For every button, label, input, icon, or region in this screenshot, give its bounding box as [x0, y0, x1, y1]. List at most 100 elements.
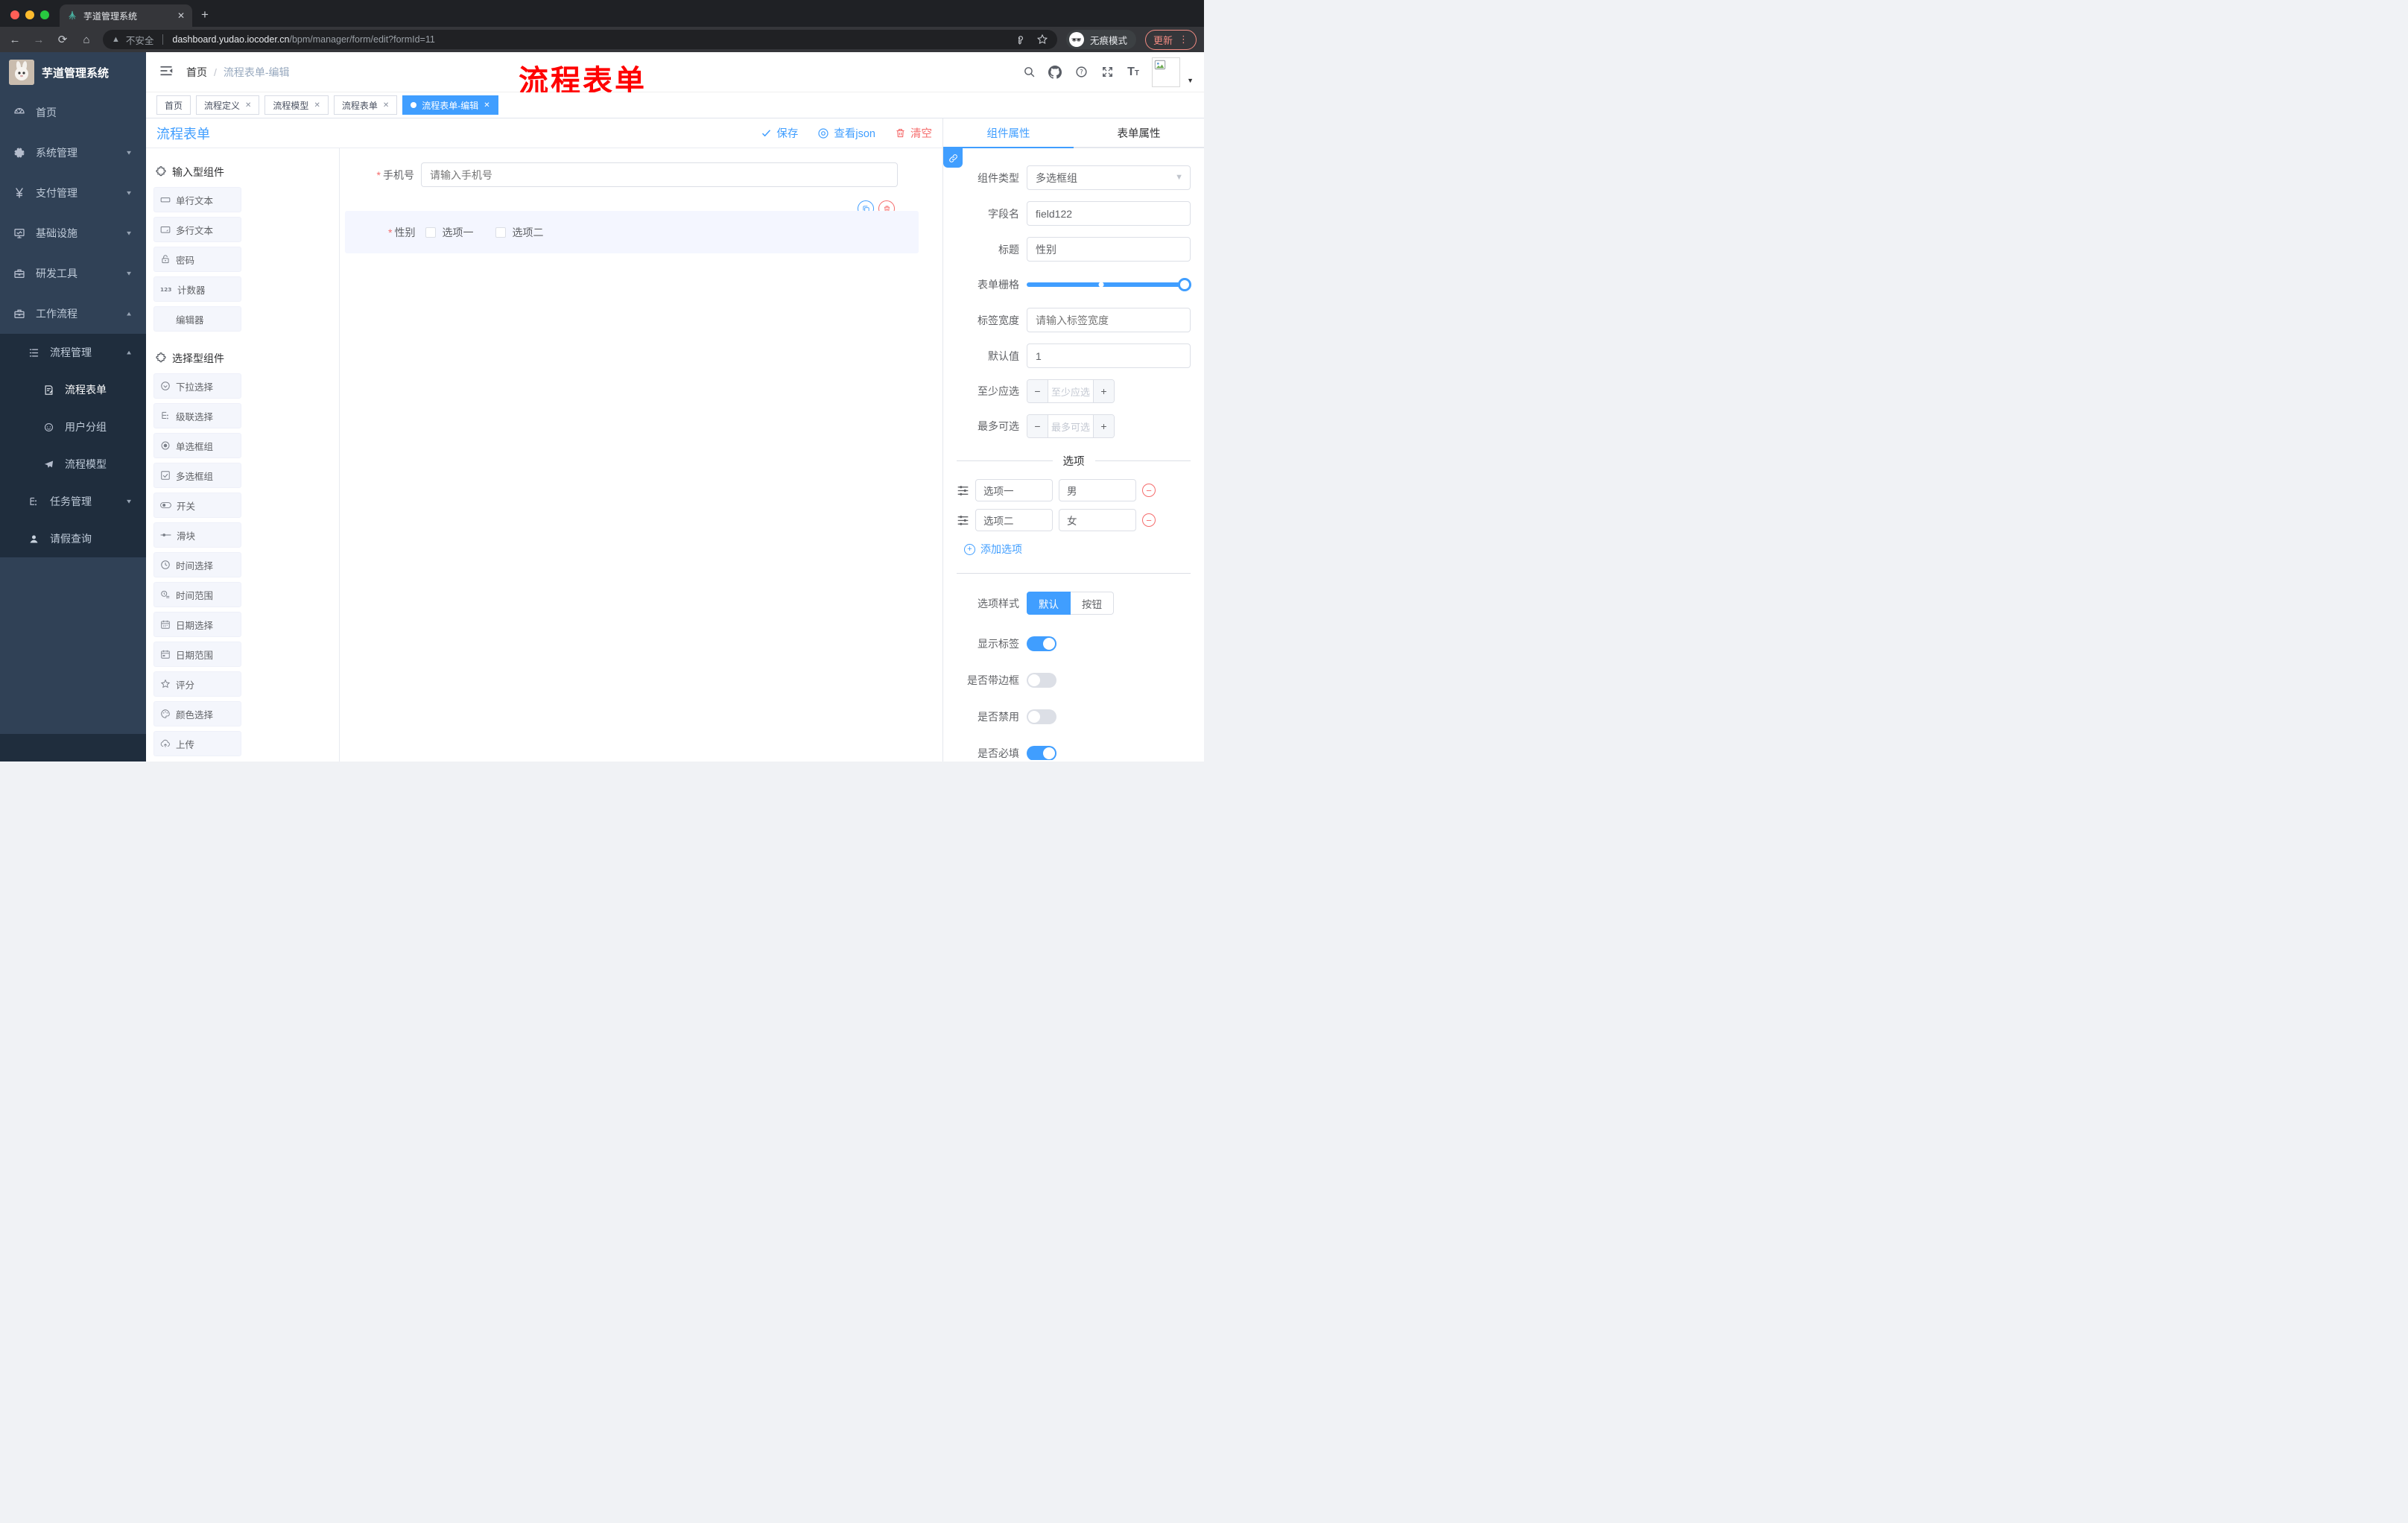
- decrement-button[interactable]: −: [1027, 380, 1048, 402]
- option-label-input[interactable]: [975, 509, 1053, 531]
- remove-option-button[interactable]: −: [1142, 484, 1156, 497]
- sidebar-item-process-form[interactable]: 流程表单: [0, 371, 146, 408]
- logo-row[interactable]: 芋道管理系统: [0, 52, 146, 92]
- min-select-value[interactable]: 至少应选: [1048, 380, 1093, 402]
- component-card-cascader[interactable]: 级联选择: [153, 403, 241, 428]
- component-card-time-picker[interactable]: 时间选择: [153, 552, 241, 577]
- required-switch[interactable]: [1027, 746, 1056, 760]
- component-type-select[interactable]: [1027, 165, 1191, 190]
- option-value-input[interactable]: [1059, 479, 1136, 501]
- phone-input[interactable]: [421, 162, 898, 187]
- close-window-button[interactable]: [10, 10, 19, 19]
- component-card-checkbox-group[interactable]: 多选框组: [153, 463, 241, 488]
- breadcrumb-home[interactable]: 首页: [186, 65, 207, 80]
- clear-button[interactable]: 清空: [895, 125, 932, 141]
- tag-close-icon[interactable]: ✕: [314, 101, 320, 110]
- form-canvas[interactable]: *手机号 *性别 选项一 选项二: [340, 148, 942, 762]
- minimize-window-button[interactable]: [25, 10, 34, 19]
- component-card-date-picker[interactable]: 日期选择: [153, 612, 241, 637]
- component-card-color-picker[interactable]: 颜色选择: [153, 701, 241, 726]
- search-icon[interactable]: [1021, 65, 1036, 80]
- component-card-select[interactable]: 下拉选择: [153, 373, 241, 399]
- style-default-button[interactable]: 默认: [1027, 592, 1071, 615]
- tag-process-definition[interactable]: 流程定义 ✕: [196, 95, 260, 115]
- browser-tab[interactable]: 芋道管理系统 ✕: [60, 4, 192, 27]
- sidebar-item-home[interactable]: 首页: [0, 92, 146, 133]
- component-card-single-text[interactable]: 单行文本: [153, 187, 241, 212]
- collapse-sidebar-icon[interactable]: [146, 65, 186, 79]
- sidebar-item-payment[interactable]: 支付管理 ▼: [0, 173, 146, 213]
- view-json-button[interactable]: 查看json: [817, 125, 875, 141]
- fullscreen-icon[interactable]: [1100, 65, 1115, 80]
- forward-icon[interactable]: →: [31, 34, 46, 46]
- update-button[interactable]: 更新 ⋮: [1144, 29, 1197, 50]
- github-icon[interactable]: [1048, 65, 1062, 80]
- checkbox-icon[interactable]: [425, 227, 437, 238]
- tab-form-props[interactable]: 表单属性: [1074, 118, 1204, 147]
- grid-slider[interactable]: [1027, 278, 1191, 291]
- gender-option-2[interactable]: 选项二: [495, 225, 543, 240]
- component-card-radio-group[interactable]: 单选框组: [153, 433, 241, 458]
- zoom-window-button[interactable]: [40, 10, 49, 19]
- avatar-caret-icon[interactable]: ▼: [1187, 77, 1194, 84]
- bookmark-star-icon[interactable]: [1036, 34, 1048, 45]
- sidebar-item-user-group[interactable]: 用户分组: [0, 408, 146, 446]
- decrement-button[interactable]: −: [1027, 415, 1048, 437]
- browser-menu-icon[interactable]: ⋮: [1179, 34, 1188, 45]
- label-width-input[interactable]: [1027, 308, 1191, 332]
- component-card-password[interactable]: 密码: [153, 247, 241, 272]
- link-tab-button[interactable]: [943, 148, 963, 168]
- component-card-date-range[interactable]: 日期范围: [153, 642, 241, 667]
- selected-component-gender[interactable]: * 性别 选项一 选项二: [345, 211, 919, 253]
- window-controls[interactable]: [0, 10, 60, 27]
- tab-close-icon[interactable]: ✕: [177, 10, 185, 21]
- sidebar-item-infra[interactable]: 基础设施 ▼: [0, 213, 146, 253]
- tag-close-icon[interactable]: ✕: [383, 101, 389, 110]
- component-card-editor[interactable]: 编辑器: [153, 306, 241, 332]
- font-size-icon[interactable]: TT: [1126, 65, 1141, 80]
- tab-component-props[interactable]: 组件属性: [943, 118, 1074, 148]
- sidebar-item-process-mgmt[interactable]: 流程管理 ▲: [0, 334, 146, 371]
- component-card-slider[interactable]: 滑块: [153, 522, 241, 548]
- password-key-icon[interactable]: [1015, 34, 1026, 45]
- sidebar-item-process-model[interactable]: 流程模型: [0, 446, 146, 483]
- increment-button[interactable]: +: [1093, 415, 1114, 437]
- not-secure-icon[interactable]: ▲: [112, 35, 120, 44]
- component-card-upload[interactable]: 上传: [153, 731, 241, 756]
- tag-process-model[interactable]: 流程模型 ✕: [264, 95, 329, 115]
- tag-process-form-edit[interactable]: 流程表单-编辑 ✕: [402, 95, 498, 115]
- option-label-input[interactable]: [975, 479, 1053, 501]
- border-switch[interactable]: [1027, 673, 1056, 688]
- drag-handle-icon[interactable]: [957, 515, 969, 526]
- title-input[interactable]: [1027, 237, 1191, 262]
- slider-handle[interactable]: [1178, 278, 1191, 291]
- component-card-multi-text[interactable]: 多行文本: [153, 217, 241, 242]
- tag-close-icon[interactable]: ✕: [245, 101, 251, 110]
- tag-process-form[interactable]: 流程表单 ✕: [333, 95, 398, 115]
- component-card-counter[interactable]: 123 计数器: [153, 276, 241, 302]
- save-button[interactable]: 保存: [761, 125, 798, 141]
- default-value-input[interactable]: [1027, 343, 1191, 368]
- sidebar-item-leave-query[interactable]: 请假查询: [0, 520, 146, 557]
- url-text[interactable]: dashboard.yudao.iocoder.cn/bpm/manager/f…: [172, 34, 434, 45]
- address-bar[interactable]: ▲ 不安全 dashboard.yudao.iocoder.cn/bpm/man…: [103, 30, 1057, 49]
- drag-handle-icon[interactable]: [957, 485, 969, 496]
- component-card-time-range[interactable]: 时间范围: [153, 582, 241, 607]
- new-tab-button[interactable]: +: [201, 7, 209, 22]
- show-label-switch[interactable]: [1027, 636, 1056, 651]
- sidebar-item-devtools[interactable]: 研发工具 ▼: [0, 253, 146, 294]
- component-card-rate[interactable]: 评分: [153, 671, 241, 697]
- component-card-switch[interactable]: 开关: [153, 493, 241, 518]
- disabled-switch[interactable]: [1027, 709, 1056, 724]
- max-select-value[interactable]: 最多可选: [1048, 415, 1093, 437]
- sidebar-item-task-mgmt[interactable]: 任务管理 ▼: [0, 483, 146, 520]
- tag-close-icon[interactable]: ✕: [484, 101, 489, 110]
- style-button-button[interactable]: 按钮: [1071, 592, 1114, 615]
- avatar[interactable]: [1152, 57, 1181, 87]
- sidebar-item-system[interactable]: 系统管理 ▼: [0, 133, 146, 173]
- remove-option-button[interactable]: −: [1142, 513, 1156, 527]
- increment-button[interactable]: +: [1093, 380, 1114, 402]
- home-icon[interactable]: ⌂: [79, 34, 94, 46]
- checkbox-icon[interactable]: [495, 227, 507, 238]
- add-option-button[interactable]: + 添加选项: [964, 542, 1191, 557]
